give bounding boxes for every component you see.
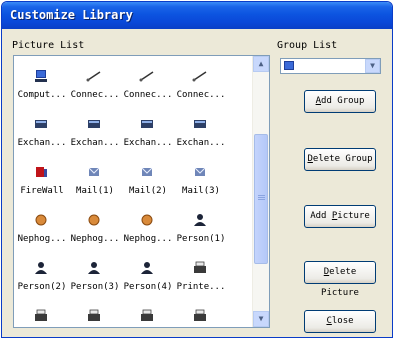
customize-library-dialog: Customize Library Picture List Group Lis… xyxy=(1,1,393,338)
picture-item-label: Exchan... xyxy=(176,138,226,148)
close-button[interactable]: Close xyxy=(304,310,376,333)
vertical-scrollbar[interactable]: ▲ ▼ xyxy=(252,56,269,327)
connector-icon xyxy=(85,68,103,82)
mail-icon xyxy=(85,164,103,178)
picture-item[interactable]: Connec... xyxy=(124,64,172,114)
nephogram-icon xyxy=(85,212,103,226)
picture-item-label: Mail(3) xyxy=(182,186,220,196)
picture-item[interactable]: Person(3) xyxy=(71,256,119,306)
printer-icon xyxy=(138,308,156,322)
picture-item[interactable]: FireWall xyxy=(18,160,66,210)
picture-item-label: FireWall xyxy=(20,186,64,196)
mail-icon xyxy=(138,164,156,178)
group-list-label: Group List xyxy=(277,40,338,51)
picture-item[interactable]: Printe... xyxy=(124,304,172,327)
group-select[interactable]: ▼ xyxy=(280,58,381,74)
picture-item[interactable]: Exchan... xyxy=(71,112,119,162)
picture-item-label: Comput... xyxy=(17,90,67,100)
picture-item-label: Person(3) xyxy=(70,282,120,292)
picture-item-label: Mail(1) xyxy=(76,186,114,196)
add-picture-button[interactable]: Add Picture xyxy=(304,205,376,228)
nephogram-icon xyxy=(138,212,156,226)
picture-item-label: Exchan... xyxy=(17,138,67,148)
thumb-grip xyxy=(258,197,265,198)
delete-picture-button[interactable]: Delete Picture xyxy=(304,261,376,298)
scroll-down-button[interactable]: ▼ xyxy=(253,311,269,327)
person-icon xyxy=(138,260,156,274)
printer-icon xyxy=(85,308,103,322)
picture-item-label: Connec... xyxy=(176,90,226,100)
picture-item[interactable]: Exchan... xyxy=(124,112,172,162)
exchange-icon xyxy=(85,116,103,130)
picture-item[interactable]: Mail(3) xyxy=(177,160,225,210)
person-icon xyxy=(85,260,103,274)
printer-icon xyxy=(191,260,209,274)
person-icon xyxy=(32,260,50,274)
picture-item-label: Person(1) xyxy=(176,234,226,244)
picture-list[interactable]: Comput... Connec... Connec... Connec... Exch… xyxy=(13,55,270,328)
picture-item[interactable]: Nephog... xyxy=(124,208,172,258)
picture-item[interactable]: Person(2) xyxy=(18,256,66,306)
add-group-button[interactable]: Add Group xyxy=(304,90,376,113)
exchange-icon xyxy=(191,116,209,130)
thumb-grip xyxy=(258,195,265,196)
exchange-icon xyxy=(32,116,50,130)
picture-item[interactable]: Printe... xyxy=(71,304,119,327)
picture-item-label: Connec... xyxy=(70,90,120,100)
mail-icon xyxy=(191,164,209,178)
picture-item-label: Nephog... xyxy=(123,234,173,244)
picture-item[interactable]: Mail(1) xyxy=(71,160,119,210)
picture-item[interactable]: Connec... xyxy=(177,64,225,114)
connector-icon xyxy=(191,68,209,82)
scroll-thumb[interactable] xyxy=(254,134,268,264)
title-bar[interactable]: Customize Library xyxy=(2,2,392,29)
delete-group-button[interactable]: Delete Group xyxy=(304,148,376,171)
picture-item-label: Nephog... xyxy=(17,234,67,244)
picture-item[interactable]: Comput... xyxy=(18,64,66,114)
picture-item-label: Person(4) xyxy=(123,282,173,292)
picture-item[interactable]: Person(4) xyxy=(124,256,172,306)
picture-item[interactable]: Exchan... xyxy=(18,112,66,162)
picture-item-label: Exchan... xyxy=(70,138,120,148)
chevron-down-icon[interactable]: ▼ xyxy=(365,59,380,73)
picture-list-label: Picture List xyxy=(12,40,85,51)
picture-item[interactable]: Printe... xyxy=(177,304,225,327)
picture-item[interactable]: Nephog... xyxy=(71,208,119,258)
window-title: Customize Library xyxy=(10,8,133,22)
picture-item[interactable]: Person(1) xyxy=(177,208,225,258)
picture-item[interactable]: Mail(2) xyxy=(124,160,172,210)
computer-icon xyxy=(32,68,50,82)
exchange-icon xyxy=(138,116,156,130)
firewall-icon xyxy=(32,164,50,178)
picture-item[interactable]: Printe... xyxy=(177,256,225,306)
group-icon xyxy=(284,61,294,70)
connector-icon xyxy=(138,68,156,82)
scroll-up-button[interactable]: ▲ xyxy=(253,56,269,72)
picture-item-label: Connec... xyxy=(123,90,173,100)
picture-item[interactable]: Nephog... xyxy=(18,208,66,258)
picture-item-label: Person(2) xyxy=(17,282,67,292)
picture-item-label: Printe... xyxy=(176,282,226,292)
nephogram-icon xyxy=(32,212,50,226)
printer-icon xyxy=(191,308,209,322)
printer-icon xyxy=(32,308,50,322)
picture-item-label: Nephog... xyxy=(70,234,120,244)
picture-item[interactable]: Printe... xyxy=(18,304,66,327)
picture-item[interactable]: Exchan... xyxy=(177,112,225,162)
picture-item-label: Exchan... xyxy=(123,138,173,148)
thumb-grip xyxy=(258,199,265,200)
picture-item[interactable]: Connec... xyxy=(71,64,119,114)
person-icon xyxy=(191,212,209,226)
picture-item-label: Mail(2) xyxy=(129,186,167,196)
